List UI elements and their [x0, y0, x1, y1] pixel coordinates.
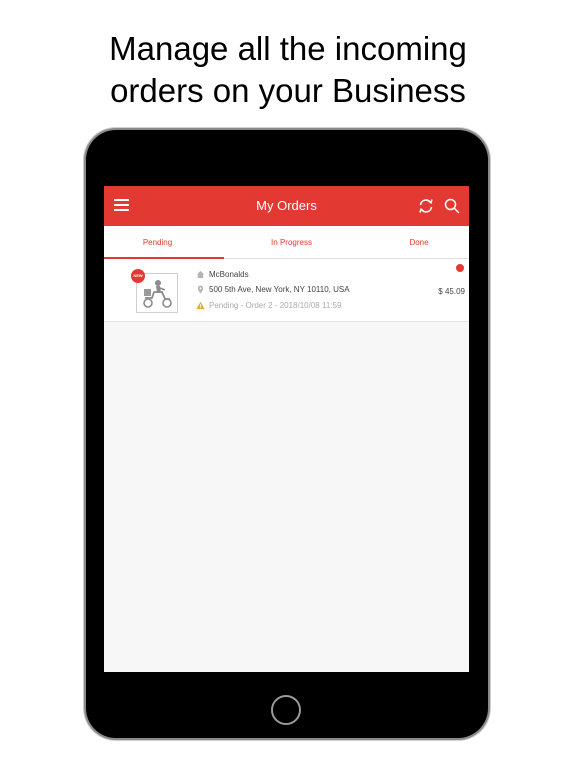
address-row: 500 5th Ave, New York, NY 10110, USA: [196, 285, 350, 294]
tab-pending[interactable]: Pending: [104, 226, 211, 258]
order-tabs: Pending In Progress Done: [104, 226, 469, 259]
page-title: My Orders: [256, 198, 317, 213]
order-status: Pending - Order 2 - 2018/10/08 11:59: [209, 301, 342, 310]
business-row: McBonalds: [196, 270, 249, 279]
home-icon: [196, 271, 205, 279]
order-list-item[interactable]: NEW McBonalds 500 5th Ave, New York, NY …: [104, 259, 469, 322]
tab-pending-label: Pending: [142, 238, 173, 247]
new-order-badge: NEW: [131, 269, 145, 283]
tab-in-progress[interactable]: In Progress: [224, 226, 359, 258]
location-pin-icon: [197, 285, 204, 294]
business-name: McBonalds: [209, 270, 249, 279]
tab-done[interactable]: Done: [374, 226, 464, 258]
tab-done-label: Done: [409, 238, 429, 247]
unread-indicator: [456, 264, 464, 272]
refresh-icon[interactable]: [417, 197, 435, 215]
tab-in-progress-label: In Progress: [271, 238, 312, 247]
app-screen: My Orders Pending In Progress Done NEW M…: [104, 186, 469, 672]
search-icon[interactable]: [443, 197, 461, 215]
headline-line-1: Manage all the incoming: [109, 30, 467, 67]
warning-icon: [196, 302, 205, 310]
order-price: $ 45.09: [438, 287, 465, 296]
status-row: Pending - Order 2 - 2018/10/08 11:59: [196, 301, 341, 310]
headline-line-2: orders on your Business: [110, 72, 466, 109]
order-address: 500 5th Ave, New York, NY 10110, USA: [209, 285, 350, 294]
marketing-headline: Manage all the incoming orders on your B…: [0, 28, 576, 112]
tablet-home-button[interactable]: [271, 695, 301, 725]
app-header: My Orders: [104, 186, 469, 226]
